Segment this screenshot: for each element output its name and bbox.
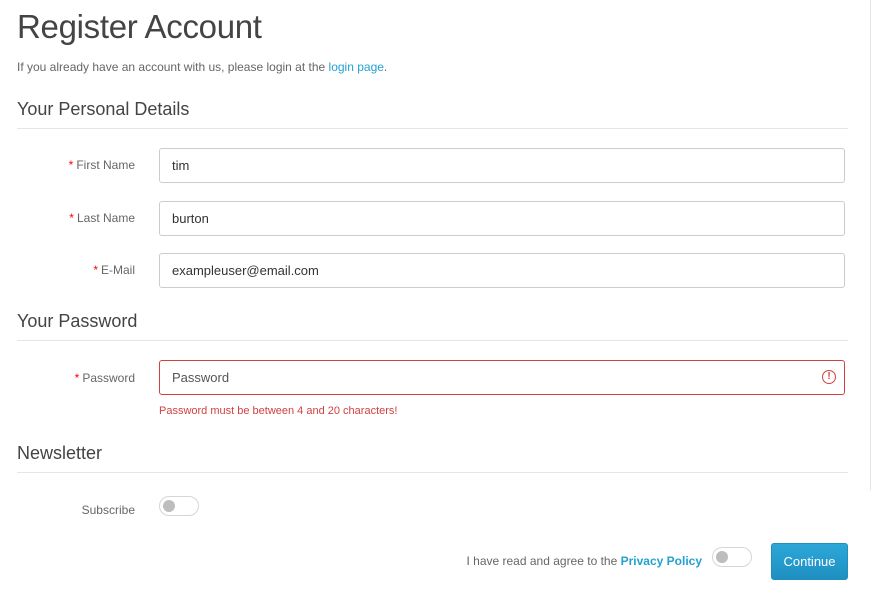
- password-label: * Password: [75, 371, 135, 385]
- toggle-knob: [716, 551, 728, 563]
- personal-details-heading: Your Personal Details: [17, 99, 190, 119]
- lastname-input[interactable]: [159, 201, 845, 236]
- email-input[interactable]: [159, 253, 845, 288]
- login-intro: If you already have an account with us, …: [17, 60, 387, 74]
- personal-details-legend: Your Personal Details: [17, 97, 848, 129]
- privacy-policy-link[interactable]: Privacy Policy: [621, 554, 702, 568]
- firstname-input[interactable]: [159, 148, 845, 183]
- firstname-label: * First Name: [69, 158, 135, 172]
- newsletter-legend: Newsletter: [17, 441, 848, 473]
- email-label: * E-Mail: [93, 263, 135, 277]
- password-error-text: Password must be between 4 and 20 charac…: [159, 405, 398, 417]
- lastname-label: * Last Name: [69, 211, 135, 225]
- intro-text: If you already have an account with us, …: [17, 60, 329, 74]
- exclamation-circle-icon: !: [822, 370, 836, 384]
- required-marker: *: [68, 158, 74, 172]
- firstname-label-text: First Name: [76, 158, 135, 172]
- continue-button[interactable]: Continue: [771, 543, 848, 580]
- required-marker: *: [93, 263, 98, 277]
- password-label-text: Password: [82, 371, 135, 385]
- privacy-agreement: I have read and agree to the Privacy Pol…: [466, 554, 702, 568]
- required-marker: *: [74, 371, 80, 385]
- newsletter-heading: Newsletter: [17, 443, 103, 463]
- agree-toggle[interactable]: [712, 547, 752, 567]
- required-marker: *: [69, 211, 74, 225]
- toggle-knob: [163, 500, 175, 512]
- subscribe-label: Subscribe: [81, 503, 135, 517]
- subscribe-toggle[interactable]: [159, 496, 199, 516]
- page-title: Register Account: [17, 8, 262, 45]
- lastname-label-text: Last Name: [76, 211, 135, 225]
- intro-end: .: [383, 60, 388, 74]
- agree-text: I have read and agree to the: [466, 554, 621, 568]
- email-label-text: E-Mail: [100, 263, 135, 277]
- password-legend: Your Password: [17, 309, 848, 341]
- login-page-link[interactable]: login page: [329, 60, 384, 74]
- password-input[interactable]: [159, 360, 845, 395]
- password-heading: Your Password: [17, 311, 138, 331]
- content-divider: [870, 0, 871, 490]
